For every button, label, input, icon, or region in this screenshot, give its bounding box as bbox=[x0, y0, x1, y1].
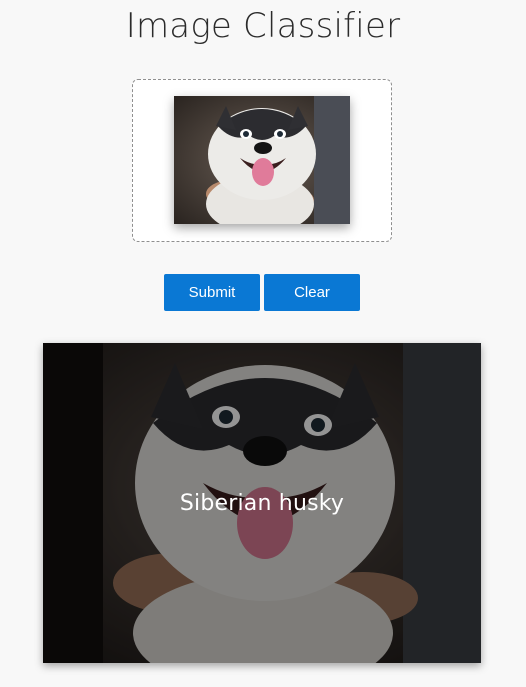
classification-label: Siberian husky bbox=[179, 491, 345, 516]
result-panel: Siberian husky bbox=[43, 343, 481, 663]
uploaded-image-thumbnail bbox=[174, 96, 350, 224]
page-title: Image Classifier bbox=[125, 6, 401, 46]
clear-button[interactable]: Clear bbox=[264, 274, 360, 311]
submit-button[interactable]: Submit bbox=[164, 274, 260, 311]
